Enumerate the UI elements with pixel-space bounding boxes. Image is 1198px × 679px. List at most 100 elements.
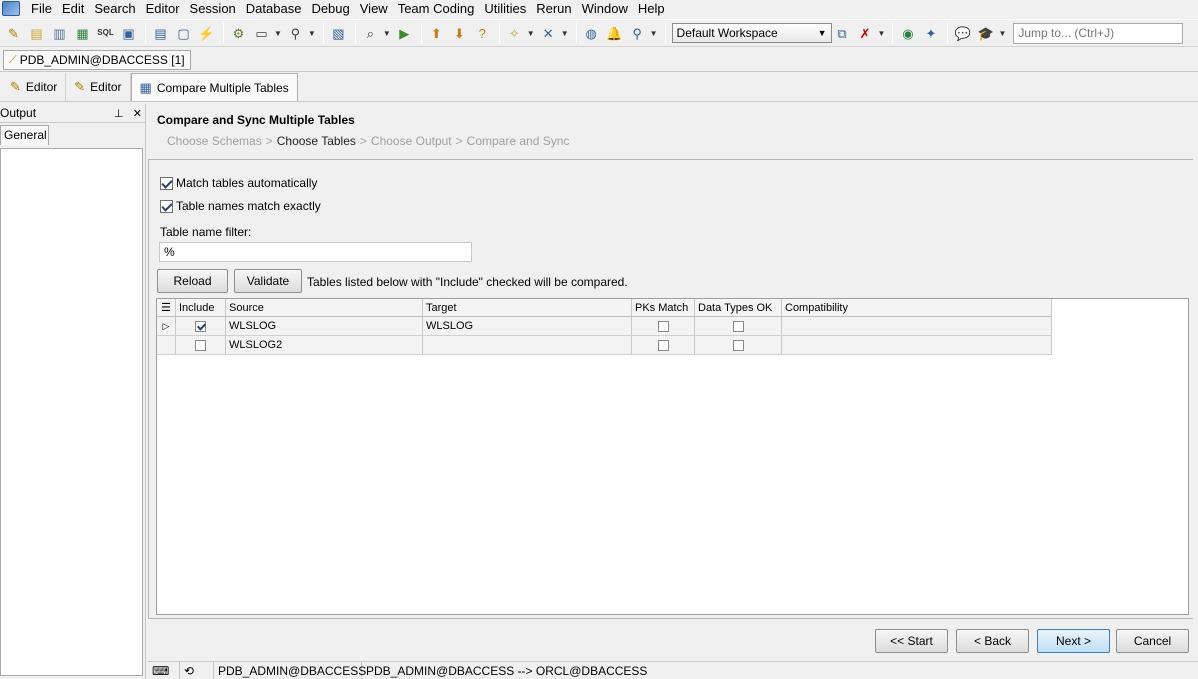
include-checkbox[interactable] (195, 339, 206, 351)
community-icon[interactable]: ◉ (897, 23, 918, 44)
menu-session[interactable]: Session (185, 1, 241, 17)
menu-debug[interactable]: Debug (306, 1, 354, 17)
dropdown-arrow-icon[interactable]: ▼ (998, 29, 1006, 38)
search-users-icon[interactable]: ⚲ (627, 23, 648, 44)
step-compare-and-sync[interactable]: Compare and Sync (467, 134, 570, 148)
chat-icon[interactable]: 💬 (952, 23, 973, 44)
dropdown-arrow-icon[interactable]: ▼ (308, 29, 316, 38)
dropdown-arrow-icon[interactable]: ▼ (650, 29, 658, 38)
step-choose-schemas[interactable]: Choose Schemas (167, 134, 262, 148)
sql-window-icon[interactable]: ▣ (118, 23, 139, 44)
table-row[interactable]: ▷ WLSLOG WLSLOG (157, 317, 1052, 336)
include-cell (176, 317, 226, 335)
globe-icon[interactable]: ◍ (581, 23, 602, 44)
keyboard-icon[interactable]: ⌨ (148, 661, 180, 679)
menu-file[interactable]: File (26, 1, 57, 17)
col-data-types-ok-header[interactable]: Data Types OK (695, 299, 782, 316)
object-explorer-icon[interactable]: ▥ (49, 23, 70, 44)
tab-editor-1[interactable]: ✎ Editor (2, 73, 67, 101)
open-file-icon[interactable]: ▤ (26, 23, 47, 44)
menu-view[interactable]: View (355, 1, 393, 17)
chart-icon[interactable]: ▧ (328, 23, 349, 44)
tables-grid-inner: ☰ Include Source Target PKs Match Data T… (157, 299, 1052, 355)
query-builder-icon[interactable]: ⚙ (228, 23, 249, 44)
table-compare-icon: ▦ (139, 79, 152, 95)
pks-match-cell (632, 336, 695, 354)
cancel-button[interactable]: Cancel (1116, 629, 1189, 653)
export-icon[interactable]: ⬆ (426, 23, 447, 44)
app-icon (2, 1, 20, 16)
menu-search[interactable]: Search (89, 1, 140, 17)
match-auto-checkbox[interactable] (160, 176, 173, 190)
feedback-icon[interactable]: ✦ (920, 23, 941, 44)
workspace-save-icon[interactable]: ⧉ (832, 23, 853, 44)
network-icon[interactable]: ⚲ (285, 23, 306, 44)
dropdown-arrow-icon[interactable]: ▼ (527, 29, 535, 38)
menu-help[interactable]: Help (633, 1, 670, 17)
table-row[interactable]: WLSLOG2 (157, 336, 1052, 355)
lightning-icon[interactable]: ⚡ (196, 23, 217, 44)
grid-menu-icon[interactable]: ☰ (157, 299, 176, 316)
jump-to-input[interactable] (1013, 22, 1184, 44)
validate-button[interactable]: Validate (234, 269, 302, 293)
menu-editor[interactable]: Editor (141, 1, 185, 17)
output-tab-general[interactable]: General (0, 125, 49, 145)
wand-icon[interactable]: ✧ (504, 23, 525, 44)
workspace-select[interactable]: Default Workspace ▼ (671, 23, 832, 43)
data-types-ok-checkbox (732, 339, 744, 351)
import-icon[interactable]: ⬇ (449, 23, 470, 44)
education-icon[interactable]: 🎓 (975, 23, 996, 44)
dropdown-arrow-icon[interactable]: ▼ (383, 29, 391, 38)
session-browser-icon[interactable]: ▢ (173, 23, 194, 44)
new-editor-icon[interactable]: ✎ (3, 23, 24, 44)
database-browser-icon[interactable]: ▤ (150, 23, 171, 44)
menu-team-coding[interactable]: Team Coding (393, 1, 480, 17)
toolbar-separator (664, 23, 666, 43)
run-icon[interactable]: ▶ (394, 23, 415, 44)
sql-icon[interactable]: SQL (95, 23, 116, 44)
target-cell[interactable] (423, 336, 632, 354)
col-target-header[interactable]: Target (423, 299, 632, 316)
next-button[interactable]: Next > (1037, 629, 1110, 653)
help-lock-icon[interactable]: ? (472, 23, 493, 44)
menu-window[interactable]: Window (577, 1, 633, 17)
target-cell[interactable]: WLSLOG (423, 317, 632, 335)
row-indicator (157, 336, 176, 354)
schema-browser-icon[interactable]: ▦ (72, 23, 93, 44)
step-choose-tables[interactable]: Choose Tables (277, 134, 356, 148)
pks-match-checkbox (657, 320, 669, 332)
menu-utilities[interactable]: Utilities (479, 1, 531, 17)
table-name-filter-input[interactable] (159, 242, 472, 262)
dropdown-arrow-icon[interactable]: ▼ (274, 29, 282, 38)
source-cell[interactable]: WLSLOG2 (226, 336, 423, 354)
workspace-delete-icon[interactable]: ✗ (855, 23, 876, 44)
tab-editor-2[interactable]: ✎ Editor (66, 73, 131, 101)
compare-icon[interactable]: ✕ (538, 23, 559, 44)
dropdown-arrow-icon[interactable]: ▼ (561, 29, 569, 38)
col-compatibility-header[interactable]: Compatibility (782, 299, 1052, 316)
col-include-header[interactable]: Include (176, 299, 226, 316)
connection-status-icon[interactable]: ⟲ (180, 661, 214, 679)
source-cell[interactable]: WLSLOG (226, 317, 423, 335)
connection-tab[interactable]: ⟋ PDB_ADMIN@DBACCESS [1] (3, 50, 191, 70)
data-types-ok-cell (695, 317, 782, 335)
window-icon[interactable]: ▭ (251, 23, 272, 44)
start-button[interactable]: << Start (875, 629, 948, 653)
dropdown-arrow-icon[interactable]: ▼ (878, 29, 886, 38)
reload-button[interactable]: Reload (157, 269, 228, 293)
editor-tabs: ✎ Editor ✎ Editor ▦ Compare Multiple Tab… (0, 73, 1198, 102)
menu-rerun[interactable]: Rerun (531, 1, 576, 17)
match-exact-checkbox[interactable] (160, 199, 173, 213)
close-icon[interactable]: ✕ (133, 108, 142, 120)
back-button[interactable]: < Back (956, 629, 1029, 653)
include-checkbox[interactable] (195, 320, 206, 332)
col-pks-match-header[interactable]: PKs Match (632, 299, 695, 316)
plsql-search-icon[interactable]: ⌕ (360, 23, 381, 44)
col-source-header[interactable]: Source (226, 299, 423, 316)
menu-database[interactable]: Database (241, 1, 307, 17)
step-choose-output[interactable]: Choose Output (371, 134, 452, 148)
menu-edit[interactable]: Edit (57, 1, 89, 17)
tab-compare-multiple-tables[interactable]: ▦ Compare Multiple Tables (130, 73, 298, 101)
bell-icon[interactable]: 🔔 (604, 23, 625, 44)
pin-icon[interactable]: ⊥ (114, 108, 124, 120)
